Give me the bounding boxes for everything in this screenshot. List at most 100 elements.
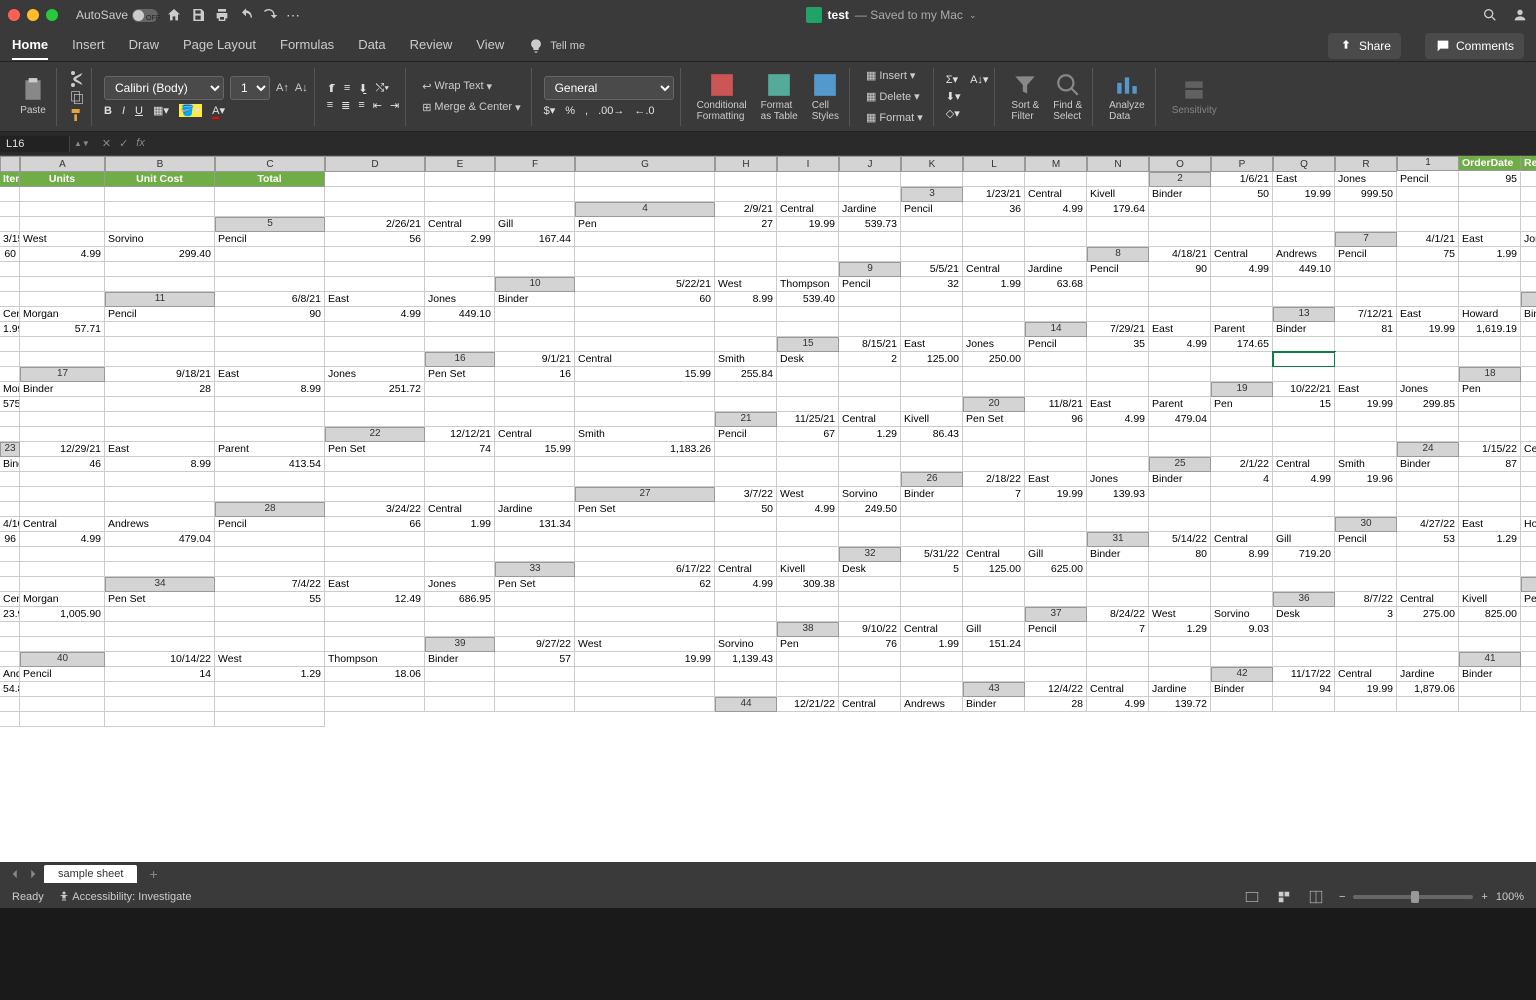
cell[interactable]: 19.99 [575,652,715,667]
cell[interactable]: Central [1211,247,1273,262]
cell[interactable]: 15 [1273,397,1335,412]
cell[interactable]: Binder [20,382,105,397]
cell[interactable] [325,277,425,292]
cell[interactable] [425,682,495,697]
cell[interactable]: Thompson [777,277,839,292]
cell[interactable] [105,487,215,502]
cell[interactable]: Kivell [901,412,963,427]
cell[interactable]: East [1459,232,1521,247]
conditional-formatting[interactable]: Conditional Formatting [693,72,751,122]
col-header[interactable]: E [425,156,495,172]
cell[interactable] [1149,427,1211,442]
cell[interactable] [1521,337,1536,352]
cell[interactable] [1273,367,1335,382]
cell[interactable]: 12/12/21 [425,427,495,442]
cell[interactable] [425,397,495,412]
cell[interactable]: Central [425,502,495,517]
cell[interactable] [715,682,777,697]
cell[interactable]: 413.54 [215,457,325,472]
cell[interactable] [1087,562,1149,577]
cell[interactable]: Pencil [901,202,963,217]
cell[interactable]: Jardine [1397,667,1459,682]
cell[interactable]: 539.40 [777,292,839,307]
cell[interactable]: Binder [1087,547,1149,562]
cell[interactable] [105,427,215,442]
cell[interactable] [777,262,839,277]
cell[interactable] [1335,502,1397,517]
cell[interactable] [495,472,575,487]
cell[interactable]: Binder [1211,682,1273,697]
cell[interactable] [20,577,105,592]
number-format[interactable]: General [544,76,674,100]
cell[interactable] [105,202,215,217]
cell[interactable]: 54.89 [0,682,20,697]
cell[interactable] [0,547,20,562]
cell[interactable] [215,637,325,652]
cell[interactable] [1087,652,1149,667]
increase-font[interactable]: A↑ [276,82,289,94]
cell[interactable]: 81 [1335,322,1397,337]
cell[interactable] [715,397,777,412]
row-header[interactable]: 11 [105,292,215,307]
cell[interactable] [325,697,425,712]
cell[interactable] [105,502,215,517]
underline-button[interactable]: U [135,105,143,117]
cell[interactable] [1335,562,1397,577]
cell[interactable] [1521,322,1536,337]
cell[interactable] [1149,667,1211,682]
cell[interactable]: 255.84 [715,367,777,382]
tab-review[interactable]: Review [410,31,453,60]
cell[interactable]: West [1149,607,1211,622]
cell[interactable]: 50 [715,502,777,517]
cell[interactable]: Andrews [901,697,963,712]
cell[interactable]: Jones [1397,382,1459,397]
cell[interactable] [20,472,105,487]
cell[interactable]: 449.10 [425,307,495,322]
cell[interactable]: 125.00 [901,352,963,367]
cell[interactable]: 4/27/22 [1397,517,1459,532]
cell[interactable]: 6/17/22 [575,562,715,577]
cell[interactable] [215,532,325,547]
cell[interactable]: 167.44 [495,232,575,247]
sheet-tab[interactable]: sample sheet [44,865,137,883]
cell[interactable]: 299.40 [105,247,215,262]
cell[interactable]: 19.99 [1335,397,1397,412]
cell[interactable]: 4/10/22 [0,517,20,532]
cell[interactable] [1025,502,1087,517]
cell[interactable] [1521,262,1536,277]
cell[interactable] [1459,562,1521,577]
cell[interactable] [105,607,215,622]
cell[interactable] [839,367,901,382]
percent[interactable]: % [565,105,575,117]
cell[interactable] [1397,277,1459,292]
cell[interactable] [963,652,1025,667]
cell[interactable] [425,622,495,637]
cell[interactable] [715,517,777,532]
cell[interactable] [777,322,839,337]
cell[interactable] [105,277,215,292]
cell[interactable]: 11/25/21 [777,412,839,427]
cell[interactable]: Central [963,547,1025,562]
cell[interactable] [105,682,215,697]
cell[interactable] [20,427,105,442]
cell[interactable]: Pencil [715,427,777,442]
cell[interactable] [1087,367,1149,382]
cell[interactable]: Parent [1211,322,1273,337]
cell[interactable] [1397,217,1459,232]
cell[interactable] [425,247,495,262]
cell[interactable]: 4.99 [1087,412,1149,427]
cell[interactable]: 8.99 [105,457,215,472]
cell[interactable] [1211,637,1273,652]
cell[interactable] [1149,487,1211,502]
cell[interactable] [495,667,575,682]
cell[interactable] [1025,667,1087,682]
cell[interactable] [777,457,839,472]
cell[interactable] [839,472,901,487]
row-header[interactable]: 31 [1087,532,1149,547]
clear[interactable]: ◇▾ [946,107,960,120]
cell[interactable] [963,502,1025,517]
cell[interactable]: 11 [1521,667,1536,682]
normal-view[interactable] [1243,890,1261,904]
cell[interactable] [20,502,105,517]
cell[interactable] [1211,277,1273,292]
